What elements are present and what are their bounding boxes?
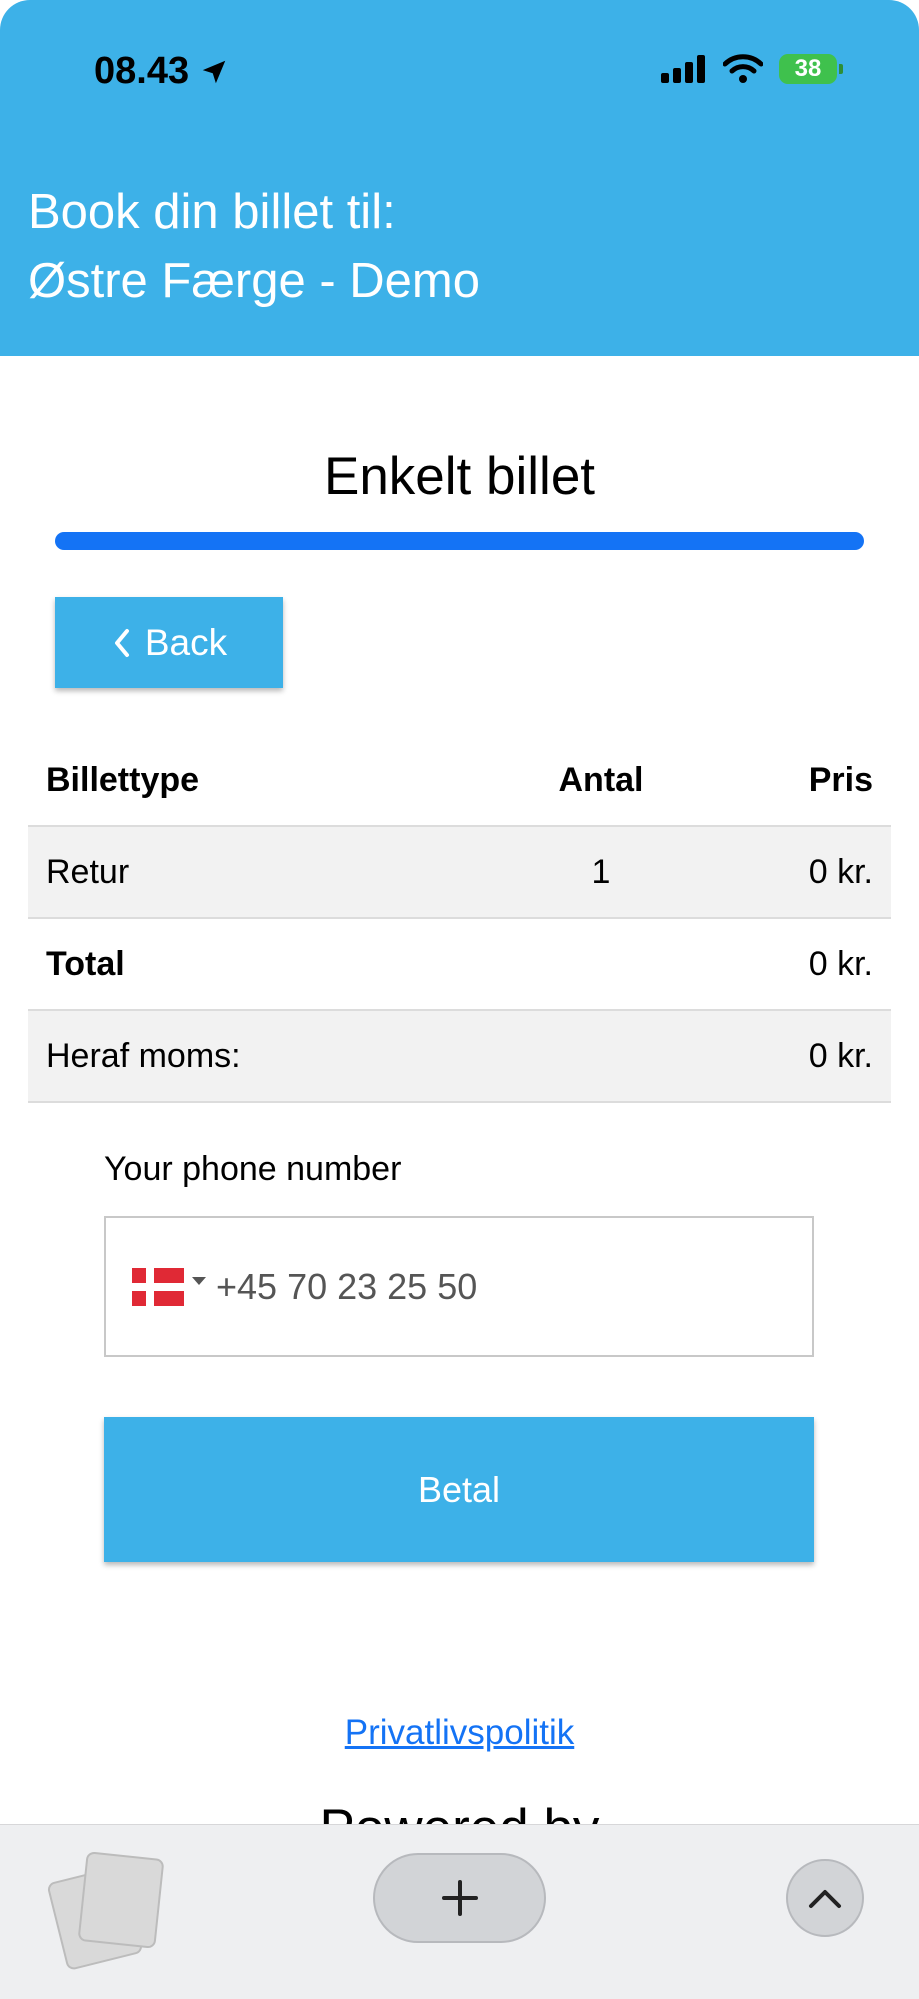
chevron-left-icon (114, 628, 129, 657)
row-price: 0 kr. (808, 852, 873, 891)
phone-input[interactable] (216, 1265, 776, 1308)
header-pris: Pris (808, 760, 873, 799)
back-button-label: Back (144, 621, 228, 663)
battery-level: 38 (794, 55, 822, 82)
header-antal: Antal (558, 760, 644, 799)
total-value: 0 kr. (808, 944, 873, 983)
vat-label: Heraf moms: (46, 1036, 241, 1075)
status-time: 08.43 (94, 50, 229, 93)
status-time-text: 08.43 (94, 50, 190, 92)
page-title: Enkelt billet (323, 447, 596, 506)
phone-label: Your phone number (104, 1150, 402, 1188)
vat-row: Heraf moms: 0 kr. (28, 1011, 891, 1103)
tabs-button[interactable] (46, 1851, 165, 1972)
vat-value: 0 kr. (808, 1036, 873, 1075)
country-selector[interactable] (132, 1267, 206, 1306)
progress-bar (55, 532, 864, 550)
back-button[interactable]: Back (55, 597, 283, 688)
header-billettype: Billettype (46, 760, 200, 799)
powered-by-text: Powered by (0, 1798, 919, 1824)
battery-icon: 38 (779, 54, 843, 84)
signal-icon (661, 55, 705, 83)
browser-toolbar (0, 1824, 919, 1999)
row-quantity: 1 (591, 852, 611, 891)
privacy-footer: Privatlivspolitik (0, 1713, 919, 1753)
header-title-line2: Østre Færge - Demo (28, 254, 480, 308)
caret-down-icon (192, 1276, 206, 1285)
header-title: Book din billet til: Østre Færge - Demo (28, 178, 480, 316)
ticket-table: Billettype Antal Pris Retur 1 0 kr. Tota… (28, 735, 891, 1103)
privacy-link[interactable]: Privatlivspolitik (345, 1713, 575, 1752)
table-row: Retur 1 0 kr. (28, 827, 891, 919)
header-title-line1: Book din billet til: (28, 185, 396, 239)
powered-by: Powered by (0, 1790, 919, 1824)
denmark-flag-icon (132, 1267, 184, 1306)
row-ticket-type: Retur (46, 852, 130, 891)
app-header: 08.43 38 Book din billet til: Østre Færg… (0, 0, 919, 356)
location-arrow-icon (202, 60, 226, 83)
wifi-icon (723, 54, 763, 83)
total-label: Total (46, 944, 125, 983)
pay-button[interactable]: Betal (104, 1417, 814, 1562)
total-row: Total 0 kr. (28, 919, 891, 1011)
plus-icon (441, 1880, 478, 1916)
phone-field (104, 1216, 814, 1357)
new-tab-button[interactable] (373, 1853, 546, 1943)
status-icons: 38 (661, 54, 843, 84)
scroll-up-button[interactable] (786, 1859, 864, 1937)
tabs-icon-front (77, 1851, 165, 1949)
chevron-up-icon (809, 1890, 841, 1908)
table-header-row: Billettype Antal Pris (28, 735, 891, 827)
